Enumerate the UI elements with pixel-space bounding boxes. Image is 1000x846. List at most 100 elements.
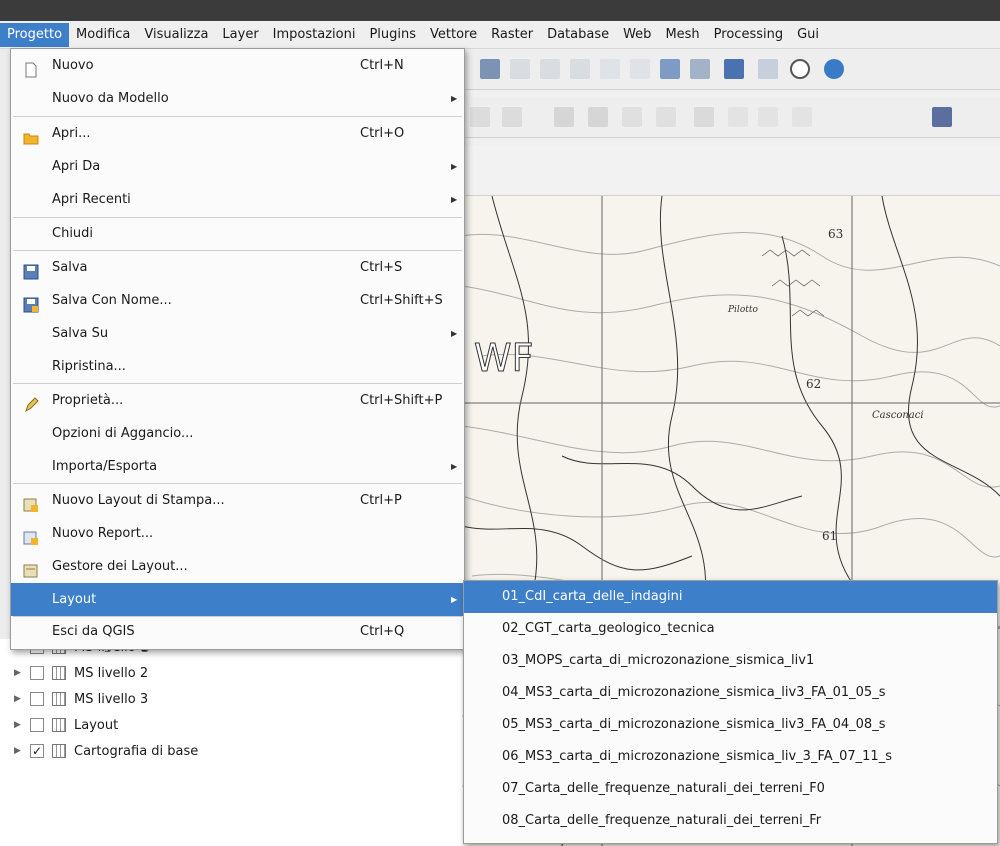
text-annotation-icon[interactable] <box>792 107 812 127</box>
layer-tree-item[interactable]: ▶ MS livello 3 <box>14 686 198 712</box>
layer-group-icon <box>52 744 66 758</box>
new-bookmark-icon[interactable] <box>728 107 748 127</box>
menu-item-salva-con-nome[interactable]: Salva Con Nome... Ctrl+Shift+S <box>11 284 464 317</box>
menu-item-gestore-dei-layout[interactable]: Gestore dei Layout... <box>11 550 464 583</box>
save-as-icon <box>23 293 39 313</box>
pan-to-selection-icon[interactable] <box>510 59 530 79</box>
layer-tree-item[interactable]: ▶ Layout <box>14 712 198 738</box>
menu-item-shortcut: Ctrl+Q <box>360 624 405 639</box>
layout-submenu: 01_CdI_carta_delle_indagini 02_CGT_carta… <box>463 580 998 844</box>
menu-mesh[interactable]: Mesh <box>658 23 706 47</box>
pan-map-icon[interactable] <box>480 59 500 79</box>
refresh-icon[interactable] <box>824 59 844 79</box>
toolbar-main <box>462 49 1000 90</box>
zoom-in-icon[interactable] <box>540 59 560 79</box>
layer-label: MS livello 2 <box>74 665 149 681</box>
menu-vettore[interactable]: Vettore <box>423 23 484 47</box>
zoom-native-icon[interactable] <box>724 59 744 79</box>
menu-item-label: Nuovo da Modello <box>52 91 169 106</box>
layer-checkbox[interactable] <box>30 718 44 732</box>
zoom-to-layer-icon[interactable] <box>690 59 710 79</box>
menu-web[interactable]: Web <box>616 23 658 47</box>
menu-item-label: Salva <box>52 260 88 275</box>
menu-item-nuovo-da-modello[interactable]: Nuovo da Modello ▶ <box>11 82 464 115</box>
menu-item-apri-recenti[interactable]: Apri Recenti ▶ <box>11 183 464 216</box>
layer-group-icon <box>52 666 66 680</box>
layer-tree-item[interactable]: ▶ ✓ Cartografia di base <box>14 738 198 764</box>
label-icon[interactable] <box>932 107 952 127</box>
zoom-rubberband-icon[interactable] <box>600 59 620 79</box>
menu-item-importa-esporta[interactable]: Importa/Esporta ▶ <box>11 450 464 483</box>
menu-modifica[interactable]: Modifica <box>69 23 137 47</box>
identify-icon[interactable] <box>470 107 490 127</box>
statistics-icon[interactable] <box>588 107 608 127</box>
new-report-icon <box>23 526 39 545</box>
layer-checkbox[interactable]: ✓ <box>30 744 44 758</box>
menu-item-label: Nuovo Report... <box>52 526 154 541</box>
submenu-item-layout[interactable]: 06_MS3_carta_di_microzonazione_sismica_l… <box>464 741 997 773</box>
temporal-controller-icon[interactable] <box>790 59 810 79</box>
menu-item-label: Nuovo <box>52 58 94 73</box>
zoom-out-icon[interactable] <box>570 59 590 79</box>
expand-arrow-icon[interactable]: ▶ <box>14 694 30 704</box>
annotation-icon[interactable] <box>656 107 676 127</box>
map-label: WF <box>474 336 533 380</box>
select-features-icon[interactable] <box>502 107 522 127</box>
menu-item-esci-da-qgis[interactable]: Esci da QGIS Ctrl+Q <box>11 615 464 648</box>
menu-item-chiudi[interactable]: Chiudi <box>11 217 464 250</box>
layer-checkbox[interactable] <box>30 666 44 680</box>
menu-item-opzioni-di-aggancio[interactable]: Opzioni di Aggancio... <box>11 417 464 450</box>
menu-item-shortcut: Ctrl+N <box>360 58 404 73</box>
menu-processing[interactable]: Processing <box>707 23 790 47</box>
menu-item-nuovo-layout-di-stampa[interactable]: Nuovo Layout di Stampa... Ctrl+P <box>11 484 464 517</box>
submenu-item-layout[interactable]: 07_Carta_delle_frequenze_naturali_dei_te… <box>464 773 997 805</box>
menu-visualizza[interactable]: Visualizza <box>137 23 215 47</box>
layer-tree-item[interactable]: ▶ MS livello 2 <box>14 660 198 686</box>
submenu-item-layout[interactable]: 03_MOPS_carta_di_microzonazione_sismica_… <box>464 645 997 677</box>
menu-item-apri-da[interactable]: Apri Da ▶ <box>11 150 464 183</box>
menu-item-layout[interactable]: Layout ▶ <box>11 583 464 616</box>
menu-progetto[interactable]: Progetto <box>0 22 70 47</box>
map-tips-icon[interactable] <box>694 107 714 127</box>
open-attribute-table-icon[interactable] <box>554 107 574 127</box>
menu-item-proprieta[interactable]: Proprietà... Ctrl+Shift+P <box>11 384 464 417</box>
submenu-arrow-icon: ▶ <box>451 462 458 471</box>
submenu-item-layout[interactable]: 04_MS3_carta_di_microzonazione_sismica_l… <box>464 677 997 709</box>
save-icon <box>23 260 39 280</box>
expand-arrow-icon[interactable]: ▶ <box>14 720 30 730</box>
menu-item-apri[interactable]: Apri... Ctrl+O <box>11 117 464 150</box>
menu-plugins[interactable]: Plugins <box>362 23 423 47</box>
layer-label: MS livello 3 <box>74 691 149 707</box>
menu-item-ripristina[interactable]: Ripristina... <box>11 350 464 383</box>
menu-raster[interactable]: Raster <box>484 23 540 47</box>
submenu-item-label: 05_MS3_carta_di_microzonazione_sismica_l… <box>502 717 886 732</box>
submenu-item-layout[interactable]: 08_Carta_delle_frequenze_naturali_dei_te… <box>464 805 997 837</box>
menu-item-shortcut: Ctrl+S <box>360 260 403 275</box>
submenu-item-layout[interactable]: 05_MS3_carta_di_microzonazione_sismica_l… <box>464 709 997 741</box>
zoom-last-icon[interactable] <box>758 59 778 79</box>
menu-impostazioni[interactable]: Impostazioni <box>266 23 363 47</box>
show-bookmarks-icon[interactable] <box>758 107 778 127</box>
menu-item-shortcut: Ctrl+Shift+P <box>360 393 443 408</box>
layer-checkbox[interactable] <box>30 692 44 706</box>
menu-guida[interactable]: Gui <box>790 23 826 47</box>
new-file-icon <box>23 58 39 78</box>
menu-layer[interactable]: Layer <box>215 23 265 47</box>
menu-database[interactable]: Database <box>540 23 616 47</box>
menu-item-nuovo[interactable]: Nuovo Ctrl+N <box>11 49 464 82</box>
menu-item-salva[interactable]: Salva Ctrl+S <box>11 251 464 284</box>
measure-icon[interactable] <box>622 107 642 127</box>
menu-item-shortcut: Ctrl+O <box>360 126 405 141</box>
submenu-item-layout[interactable]: 02_CGT_carta_geologico_tecnica <box>464 613 997 645</box>
expand-arrow-icon[interactable]: ▶ <box>14 746 30 756</box>
menu-item-label: Ripristina... <box>52 359 126 374</box>
menu-item-salva-su[interactable]: Salva Su ▶ <box>11 317 464 350</box>
map-label: 63 <box>828 227 843 241</box>
menu-item-nuovo-report[interactable]: Nuovo Report... <box>11 517 464 550</box>
progetto-menu: Nuovo Ctrl+N Nuovo da Modello ▶ Apri... … <box>10 48 465 650</box>
window-title-bar <box>0 0 1000 21</box>
expand-arrow-icon[interactable]: ▶ <box>14 668 30 678</box>
zoom-to-selection-icon[interactable] <box>660 59 680 79</box>
zoom-full-icon[interactable] <box>630 59 650 79</box>
submenu-item-layout[interactable]: 01_CdI_carta_delle_indagini <box>464 581 997 613</box>
